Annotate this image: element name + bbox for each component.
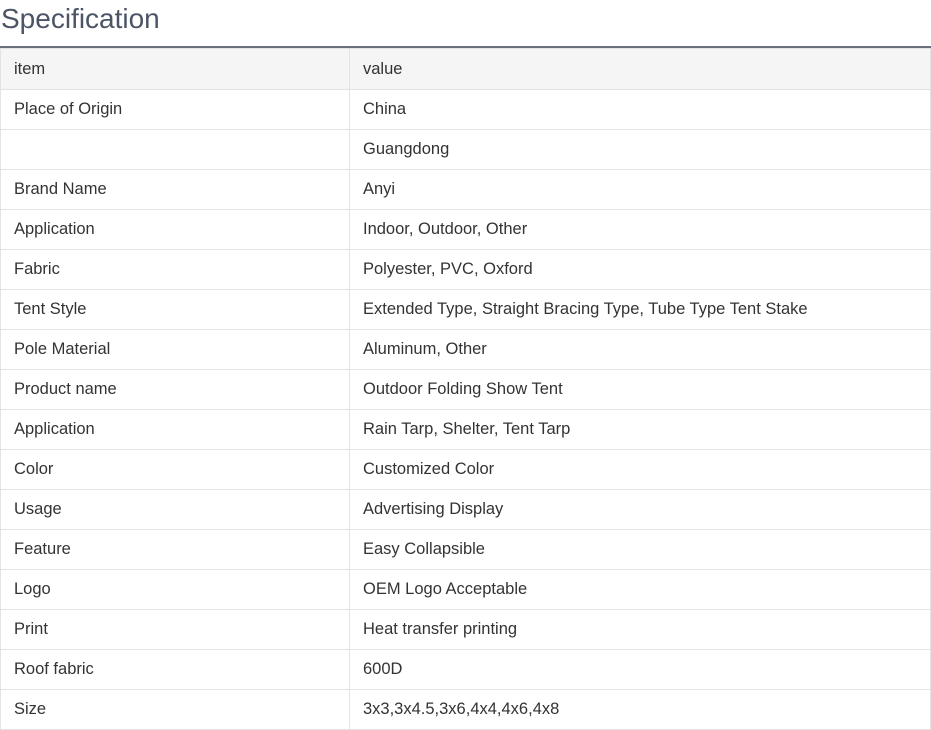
specification-table: item value Place of Origin China Guangdo… [0, 48, 931, 730]
table-row: Guangdong [0, 129, 931, 170]
spec-item-cell: Application [0, 209, 350, 250]
spec-value-cell: Customized Color [349, 449, 931, 490]
spec-value-cell: Anyi [349, 169, 931, 210]
spec-item-cell: Fabric [0, 249, 350, 290]
table-row: Brand Name Anyi [0, 169, 931, 210]
table-row: Tent Style Extended Type, Straight Braci… [0, 289, 931, 330]
spec-value-cell: China [349, 89, 931, 130]
spec-value-cell: Outdoor Folding Show Tent [349, 369, 931, 410]
spec-value-cell: 3x3,3x4.5,3x6,4x4,4x6,4x8 [349, 689, 931, 730]
spec-item-cell: Place of Origin [0, 89, 350, 130]
spec-item-cell: Pole Material [0, 329, 350, 370]
spec-item-cell: Roof fabric [0, 649, 350, 690]
spec-value-cell: Advertising Display [349, 489, 931, 530]
spec-item-cell: Size [0, 689, 350, 730]
spec-value-cell: Extended Type, Straight Bracing Type, Tu… [349, 289, 931, 330]
table-header-row: item value [0, 48, 931, 90]
spec-item-cell: Application [0, 409, 350, 450]
table-row: Feature Easy Collapsible [0, 529, 931, 570]
spec-value-cell: Polyester, PVC, Oxford [349, 249, 931, 290]
header-cell-value: value [349, 48, 931, 90]
spec-item-cell: Feature [0, 529, 350, 570]
spec-item-cell: Brand Name [0, 169, 350, 210]
table-row: Print Heat transfer printing [0, 609, 931, 650]
table-row: Place of Origin China [0, 89, 931, 130]
spec-value-cell: OEM Logo Acceptable [349, 569, 931, 610]
spec-item-cell: Usage [0, 489, 350, 530]
spec-value-cell: Rain Tarp, Shelter, Tent Tarp [349, 409, 931, 450]
table-row: Size 3x3,3x4.5,3x6,4x4,4x6,4x8 [0, 689, 931, 730]
spec-item-cell: Print [0, 609, 350, 650]
spec-value-cell: Easy Collapsible [349, 529, 931, 570]
spec-value-cell: 600D [349, 649, 931, 690]
table-row: Logo OEM Logo Acceptable [0, 569, 931, 610]
spec-item-cell [0, 129, 350, 170]
table-row: Color Customized Color [0, 449, 931, 490]
table-row: Application Rain Tarp, Shelter, Tent Tar… [0, 409, 931, 450]
table-row: Application Indoor, Outdoor, Other [0, 209, 931, 250]
table-row: Roof fabric 600D [0, 649, 931, 690]
spec-item-cell: Logo [0, 569, 350, 610]
spec-item-cell: Product name [0, 369, 350, 410]
spec-value-cell: Guangdong [349, 129, 931, 170]
table-row: Fabric Polyester, PVC, Oxford [0, 249, 931, 290]
table-row: Usage Advertising Display [0, 489, 931, 530]
spec-value-cell: Heat transfer printing [349, 609, 931, 650]
spec-value-cell: Aluminum, Other [349, 329, 931, 370]
spec-item-cell: Tent Style [0, 289, 350, 330]
spec-value-cell: Indoor, Outdoor, Other [349, 209, 931, 250]
spec-item-cell: Color [0, 449, 350, 490]
table-row: Product name Outdoor Folding Show Tent [0, 369, 931, 410]
header-cell-item: item [0, 48, 350, 90]
table-row: Pole Material Aluminum, Other [0, 329, 931, 370]
section-title: Specification [1, 3, 160, 34]
